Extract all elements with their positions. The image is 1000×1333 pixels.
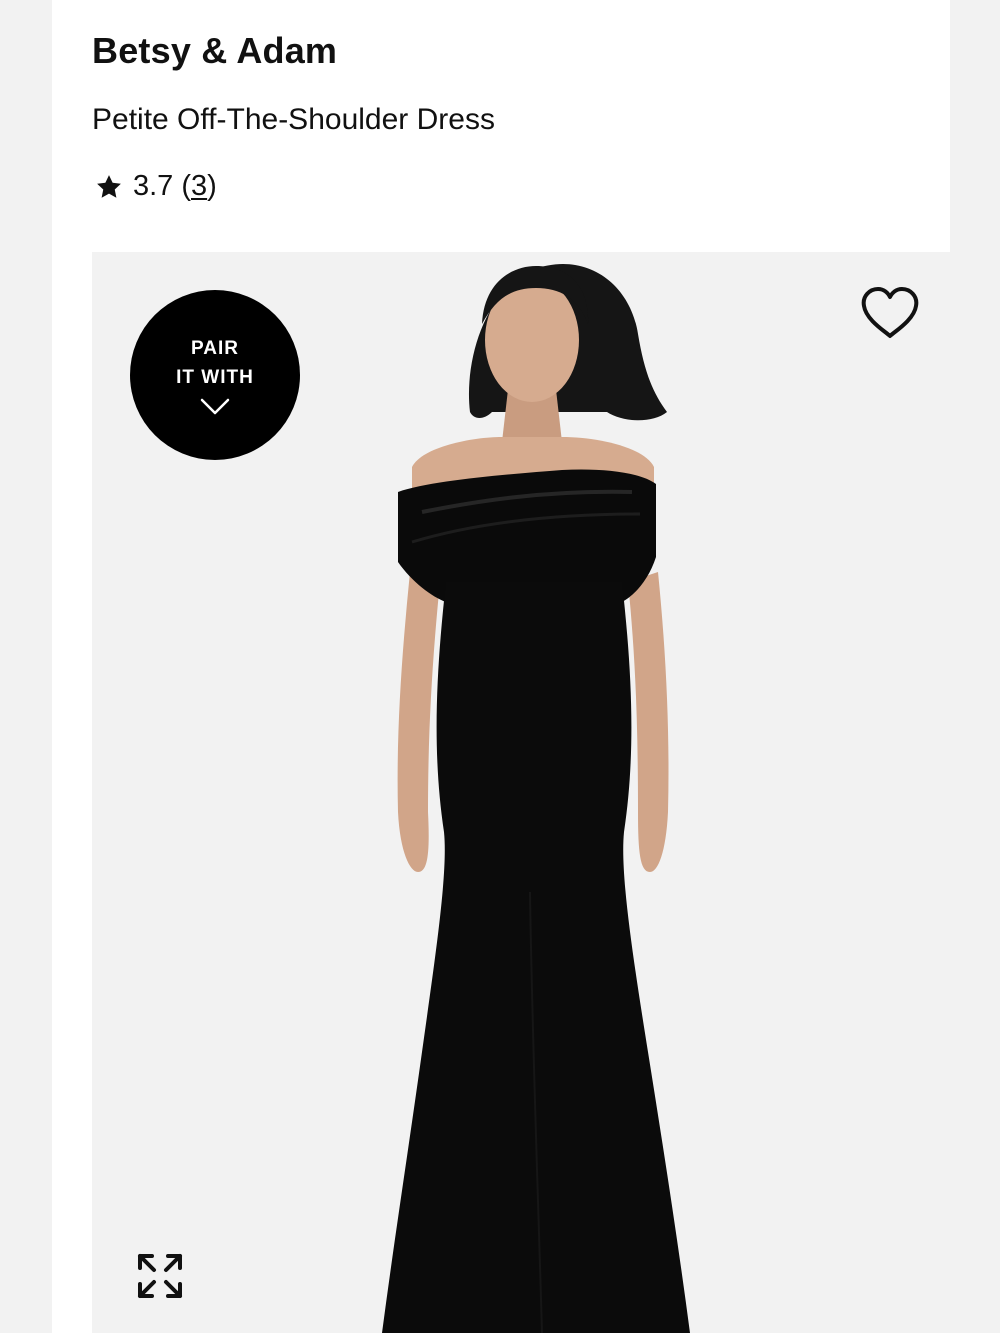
pair-badge-line1: PAIR (191, 338, 239, 359)
pair-badge-line2: IT WITH (176, 367, 254, 388)
product-page: Betsy & Adam Petite Off-The-Shoulder Dre… (52, 0, 950, 1333)
review-count-open: ( (181, 170, 191, 202)
product-rating[interactable]: 3.7 (3) (94, 170, 217, 203)
heart-icon[interactable] (860, 286, 920, 342)
review-count[interactable]: (3) (181, 170, 216, 203)
review-count-number: 3 (191, 170, 208, 202)
expand-icon[interactable] (130, 1246, 190, 1306)
star-icon (97, 174, 121, 198)
review-count-close: ) (207, 170, 217, 202)
product-title: Petite Off-The-Shoulder Dress (92, 103, 495, 136)
pair-it-with-button[interactable]: PAIR IT WITH (130, 290, 300, 460)
rating-score: 3.7 (133, 170, 174, 202)
chevron-down-icon (200, 398, 230, 415)
product-image-gallery[interactable]: PAIR IT WITH (92, 252, 950, 1333)
brand-name[interactable]: Betsy & Adam (92, 30, 337, 72)
